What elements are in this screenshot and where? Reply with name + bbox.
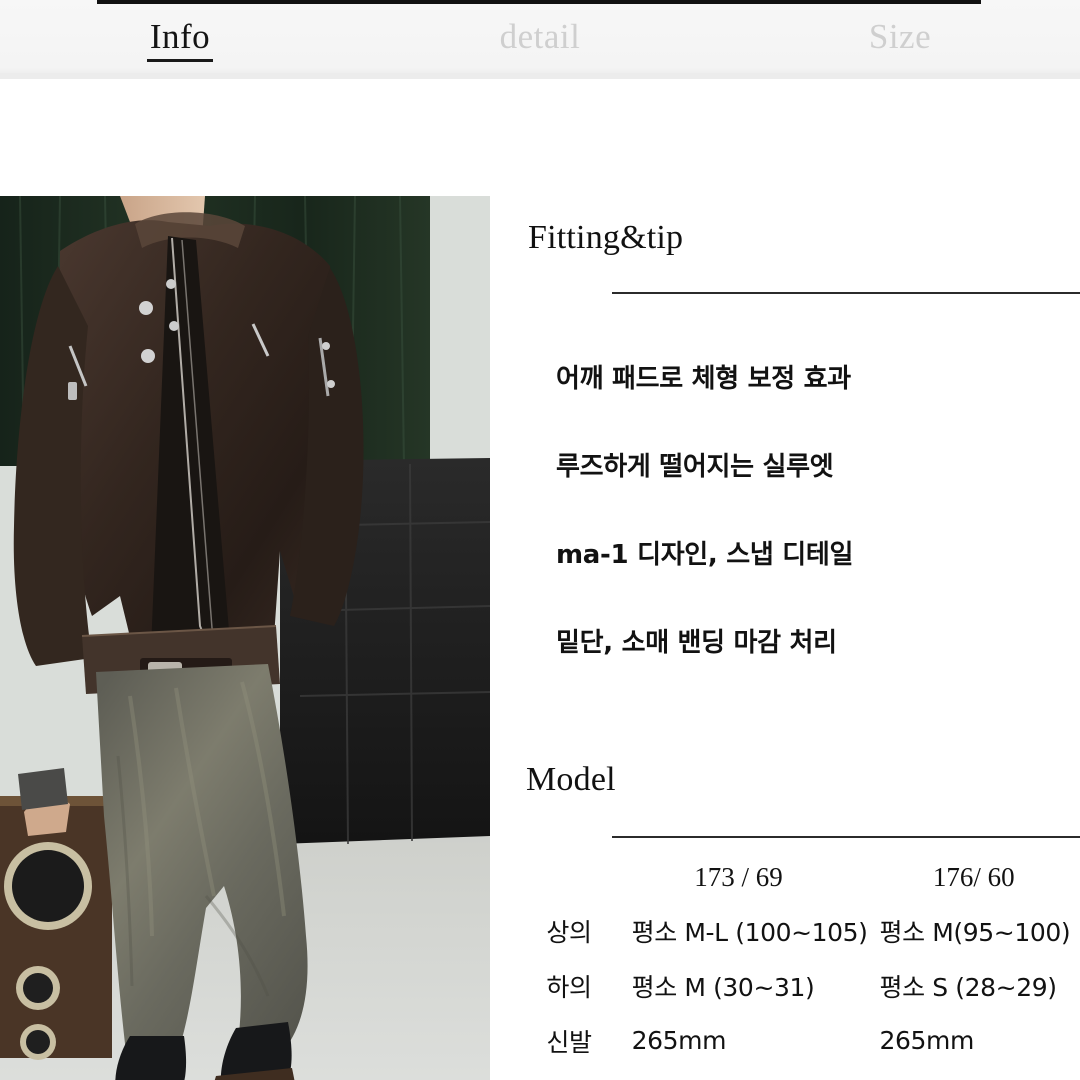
model-rule: [612, 836, 1080, 838]
table-row: 상의 평소 M-L (100~105) 평소 M(95~100): [520, 903, 1080, 958]
fitting-tip-item: 밑단, 소매 밴딩 마감 처리: [556, 628, 837, 658]
model-row-value-b: 평소 S (28~29): [879, 972, 1057, 1002]
fitting-tip-list: 어깨 패드로 체형 보정 효과 루즈하게 떨어지는 실루엣 ma-1 디자인, …: [556, 364, 1076, 658]
table-header-row: 173 / 69 176/ 60: [520, 851, 1080, 903]
product-photo: [0, 196, 490, 1080]
tab-size-inner: Size: [869, 18, 931, 62]
tab-detail-inner: detail: [500, 18, 581, 62]
model-row-label: 하의: [546, 972, 592, 1002]
model-row-value-a: 265mm: [631, 1026, 727, 1055]
model-header-blank: [520, 851, 610, 903]
model-size-table: 173 / 69 176/ 60 상의 평소 M-L (100~105) 평소 …: [520, 851, 1080, 1068]
table-row: 신발 265mm 265mm: [520, 1013, 1080, 1068]
fitting-tip-item: 어깨 패드로 체형 보정 효과: [556, 364, 851, 394]
tab-info-inner: Info: [146, 17, 214, 62]
tab-detail[interactable]: detail: [360, 4, 720, 73]
tab-list: Info detail Size: [0, 4, 1080, 73]
model-row-value-b: 265mm: [879, 1026, 975, 1055]
model-table-head: 173 / 69 176/ 60: [520, 851, 1080, 903]
tab-bar: Info detail Size: [0, 0, 1080, 79]
model-table-body: 상의 평소 M-L (100~105) 평소 M(95~100) 하의 평소 M…: [520, 903, 1080, 1068]
fitting-tip-heading: Fitting&tip: [528, 219, 684, 256]
info-panel: Fitting&tip 어깨 패드로 체형 보정 효과 루즈하게 떨어지는 실루…: [490, 79, 1080, 1080]
model-header-a: 173 / 69: [694, 861, 783, 892]
tab-size[interactable]: Size: [720, 4, 1080, 73]
tab-info-label: Info: [149, 17, 211, 56]
fitting-tip-item: ma-1 디자인, 스냅 디테일: [556, 540, 854, 570]
tab-detail-label: detail: [499, 17, 581, 56]
model-row-value-a: 평소 M (30~31): [631, 972, 815, 1002]
product-photo-illustration: [0, 196, 490, 1080]
model-row-label: 신발: [546, 1027, 592, 1057]
model-header-b: 176/ 60: [932, 861, 1015, 892]
fitting-tip-item: 루즈하게 떨어지는 실루엣: [556, 452, 834, 482]
fitting-tip-rule: [612, 292, 1080, 294]
tab-size-label: Size: [868, 17, 932, 56]
table-row: 하의 평소 M (30~31) 평소 S (28~29): [520, 958, 1080, 1013]
tab-info[interactable]: Info: [0, 4, 360, 73]
model-row-label: 상의: [546, 917, 592, 947]
tab-active-underline: [146, 59, 214, 62]
model-row-value-a: 평소 M-L (100~105): [631, 917, 868, 947]
model-row-value-b: 평소 M(95~100): [879, 917, 1071, 947]
model-heading: Model: [526, 761, 616, 798]
